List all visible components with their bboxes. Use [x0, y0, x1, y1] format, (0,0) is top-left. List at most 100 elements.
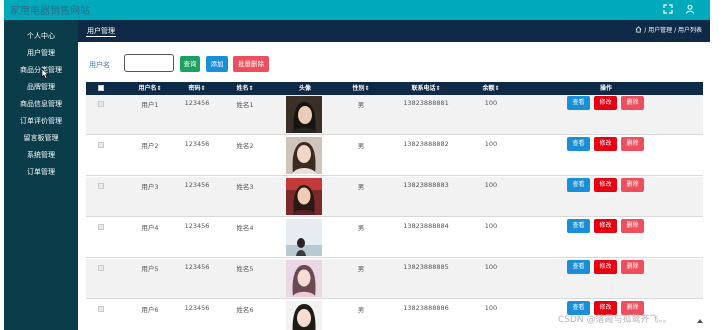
cell-username: 用户6: [141, 306, 159, 314]
sidebar-item-label: 留言板管理: [23, 134, 59, 142]
column-header-phone[interactable]: 联系电话⇕: [396, 82, 456, 95]
sidebar-item-label: 品牌管理: [27, 83, 55, 91]
cell-name: 姓名1: [236, 101, 254, 109]
edit-button[interactable]: 修改: [594, 178, 617, 192]
sidebar-item-label: 订单评价管理: [20, 117, 62, 125]
avatar: [286, 260, 322, 297]
cell-password: 123456: [184, 140, 210, 148]
row-checkbox[interactable]: [98, 306, 104, 312]
table-row: 用户5 123456 姓名5 男 13823888885 100 查看 修改 删…: [86, 259, 703, 299]
cell-password: 123456: [184, 181, 210, 189]
column-header-actions: 操作: [581, 82, 631, 95]
sidebar-item-label: 商品信息管理: [20, 100, 62, 108]
fullscreen-icon[interactable]: [662, 4, 674, 16]
view-button[interactable]: 查看: [567, 178, 590, 192]
column-label: 头像: [298, 85, 311, 92]
sidebar-item-label: 个人中心: [27, 32, 55, 40]
row-checkbox[interactable]: [98, 101, 104, 107]
breadcrumb: / 用户管理 / 用户列表: [635, 25, 702, 37]
cell-password: 123456: [184, 304, 210, 312]
user-icon[interactable]: [684, 4, 696, 16]
query-button[interactable]: 查询: [180, 56, 200, 72]
cell-balance: 100: [484, 181, 498, 189]
cell-name: 姓名2: [236, 142, 254, 150]
edit-button[interactable]: 修改: [594, 96, 617, 110]
delete-button[interactable]: 删除: [621, 96, 644, 110]
table-row: 用户4 123456 姓名4 男 13823888884 100 查看 修改 删…: [86, 218, 703, 258]
row-checkbox[interactable]: [98, 224, 104, 230]
sidebar-item-label: 用户管理: [27, 49, 55, 57]
cell-username: 用户1: [141, 101, 159, 109]
column-header-gender[interactable]: 性别⇕: [341, 82, 381, 95]
sort-icon: ⇕: [200, 85, 206, 92]
page-header: 用户管理 / 用户管理 / 用户列表: [78, 20, 710, 42]
sidebar-item-personal-center[interactable]: 个人中心: [4, 29, 78, 43]
cell-phone: 13823888884: [403, 222, 449, 230]
column-label: 余额: [482, 85, 495, 92]
view-button[interactable]: 查看: [567, 219, 590, 233]
sort-icon: ⇕: [364, 85, 370, 92]
row-checkbox[interactable]: [98, 142, 104, 148]
row-checkbox[interactable]: [98, 183, 104, 189]
view-button[interactable]: 查看: [567, 96, 590, 110]
cell-password: 123456: [184, 99, 210, 107]
cell-gender: 男: [357, 265, 365, 273]
sidebar-item-order-review-management[interactable]: 订单评价管理: [4, 114, 78, 128]
tab-user-management[interactable]: 用户管理: [86, 25, 116, 37]
edit-button[interactable]: 修改: [594, 137, 617, 151]
batch-delete-button[interactable]: 批量删除: [233, 56, 269, 72]
table-row: 用户1 123456 姓名1 男 13823888881 100 查看 修改 删…: [86, 95, 703, 135]
cell-gender: 男: [357, 306, 365, 314]
sidebar-item-user-management[interactable]: 用户管理: [4, 46, 78, 60]
main-content: 用户管理 / 用户管理 / 用户列表 用户名 查询 添加 批量删除 用户名⇕ 密…: [78, 20, 710, 330]
column-header-username[interactable]: 用户名⇕: [130, 82, 170, 95]
sidebar-item-brand-management[interactable]: 品牌管理: [4, 80, 78, 94]
column-label: 密码: [188, 85, 201, 92]
scroll-up-icon[interactable]: [695, 316, 705, 326]
column-header-password[interactable]: 密码⇕: [177, 82, 217, 95]
home-icon[interactable]: [635, 26, 642, 33]
cell-gender: 男: [357, 142, 365, 150]
mouse-cursor-icon: [41, 69, 49, 79]
cell-balance: 100: [484, 263, 498, 271]
cell-phone: 13823888885: [403, 263, 449, 271]
cell-username: 用户4: [141, 224, 159, 232]
column-header-avatar: 头像: [285, 82, 325, 95]
select-all-checkbox[interactable]: [98, 85, 104, 91]
column-label: 操作: [599, 85, 612, 92]
search-username-input[interactable]: [124, 54, 174, 72]
sidebar-item-message-board-management[interactable]: 留言板管理: [4, 131, 78, 145]
sidebar-item-product-management[interactable]: 商品信息管理: [4, 97, 78, 111]
cell-username: 用户2: [141, 142, 159, 150]
search-username-label: 用户名: [89, 61, 110, 69]
edit-button[interactable]: 修改: [594, 219, 617, 233]
sort-icon: ⇕: [248, 85, 254, 92]
column-label: 用户名: [138, 85, 157, 92]
delete-button[interactable]: 删除: [621, 219, 644, 233]
delete-button[interactable]: 删除: [621, 178, 644, 192]
sort-icon: ⇕: [156, 85, 162, 92]
view-button[interactable]: 查看: [567, 137, 590, 151]
delete-button[interactable]: 删除: [621, 137, 644, 151]
edit-button[interactable]: 修改: [594, 260, 617, 274]
sort-icon: ⇕: [435, 85, 441, 92]
sidebar-item-system-management[interactable]: 系统管理: [4, 148, 78, 162]
cell-username: 用户3: [141, 183, 159, 191]
top-bar: 家用电器销售网站: [4, 0, 710, 20]
column-label: 姓名: [236, 85, 249, 92]
column-header-name[interactable]: 姓名⇕: [225, 82, 265, 95]
cell-gender: 男: [357, 101, 365, 109]
cell-balance: 100: [484, 222, 498, 230]
app-title: 家用电器销售网站: [10, 6, 90, 17]
column-header-balance[interactable]: 余额⇕: [471, 82, 511, 95]
delete-button[interactable]: 删除: [621, 260, 644, 274]
column-label: 联系电话: [411, 85, 436, 92]
cell-phone: 13823888882: [403, 140, 449, 148]
cell-username: 用户5: [141, 265, 159, 273]
view-button[interactable]: 查看: [567, 260, 590, 274]
add-button[interactable]: 添加: [206, 56, 228, 72]
sidebar-item-order-management[interactable]: 订单管理: [4, 165, 78, 179]
cell-balance: 100: [484, 304, 498, 312]
column-label: 性别: [352, 85, 365, 92]
row-checkbox[interactable]: [98, 265, 104, 271]
